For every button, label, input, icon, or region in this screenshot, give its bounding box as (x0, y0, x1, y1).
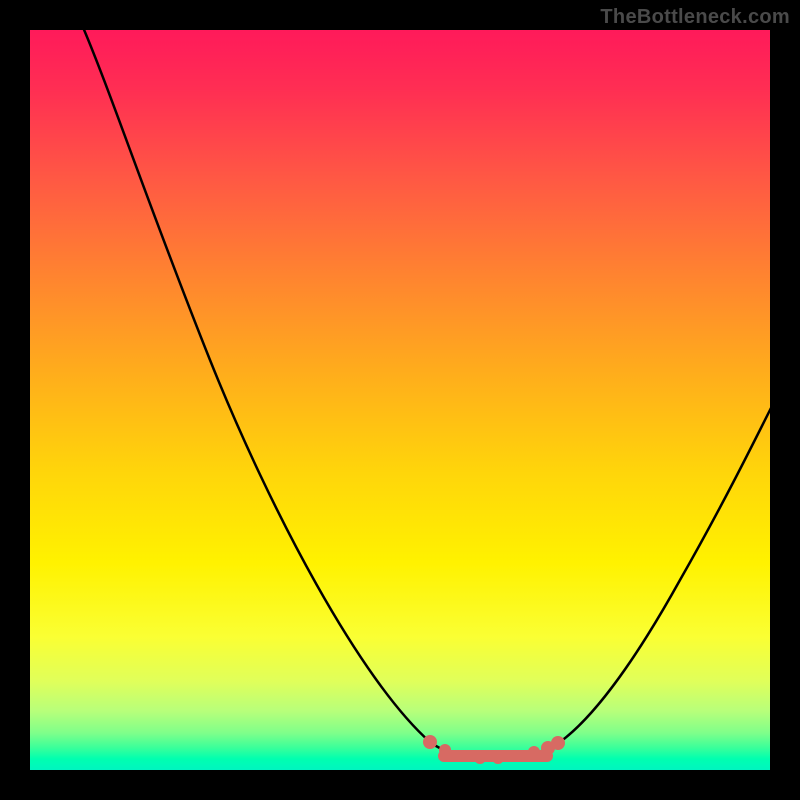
chart-curve-svg (30, 30, 770, 770)
bottleneck-curve-path (82, 30, 770, 758)
watermark-text: TheBottleneck.com (600, 6, 790, 29)
optimal-zone-markers (423, 735, 565, 764)
chart-plot-area (30, 30, 770, 770)
